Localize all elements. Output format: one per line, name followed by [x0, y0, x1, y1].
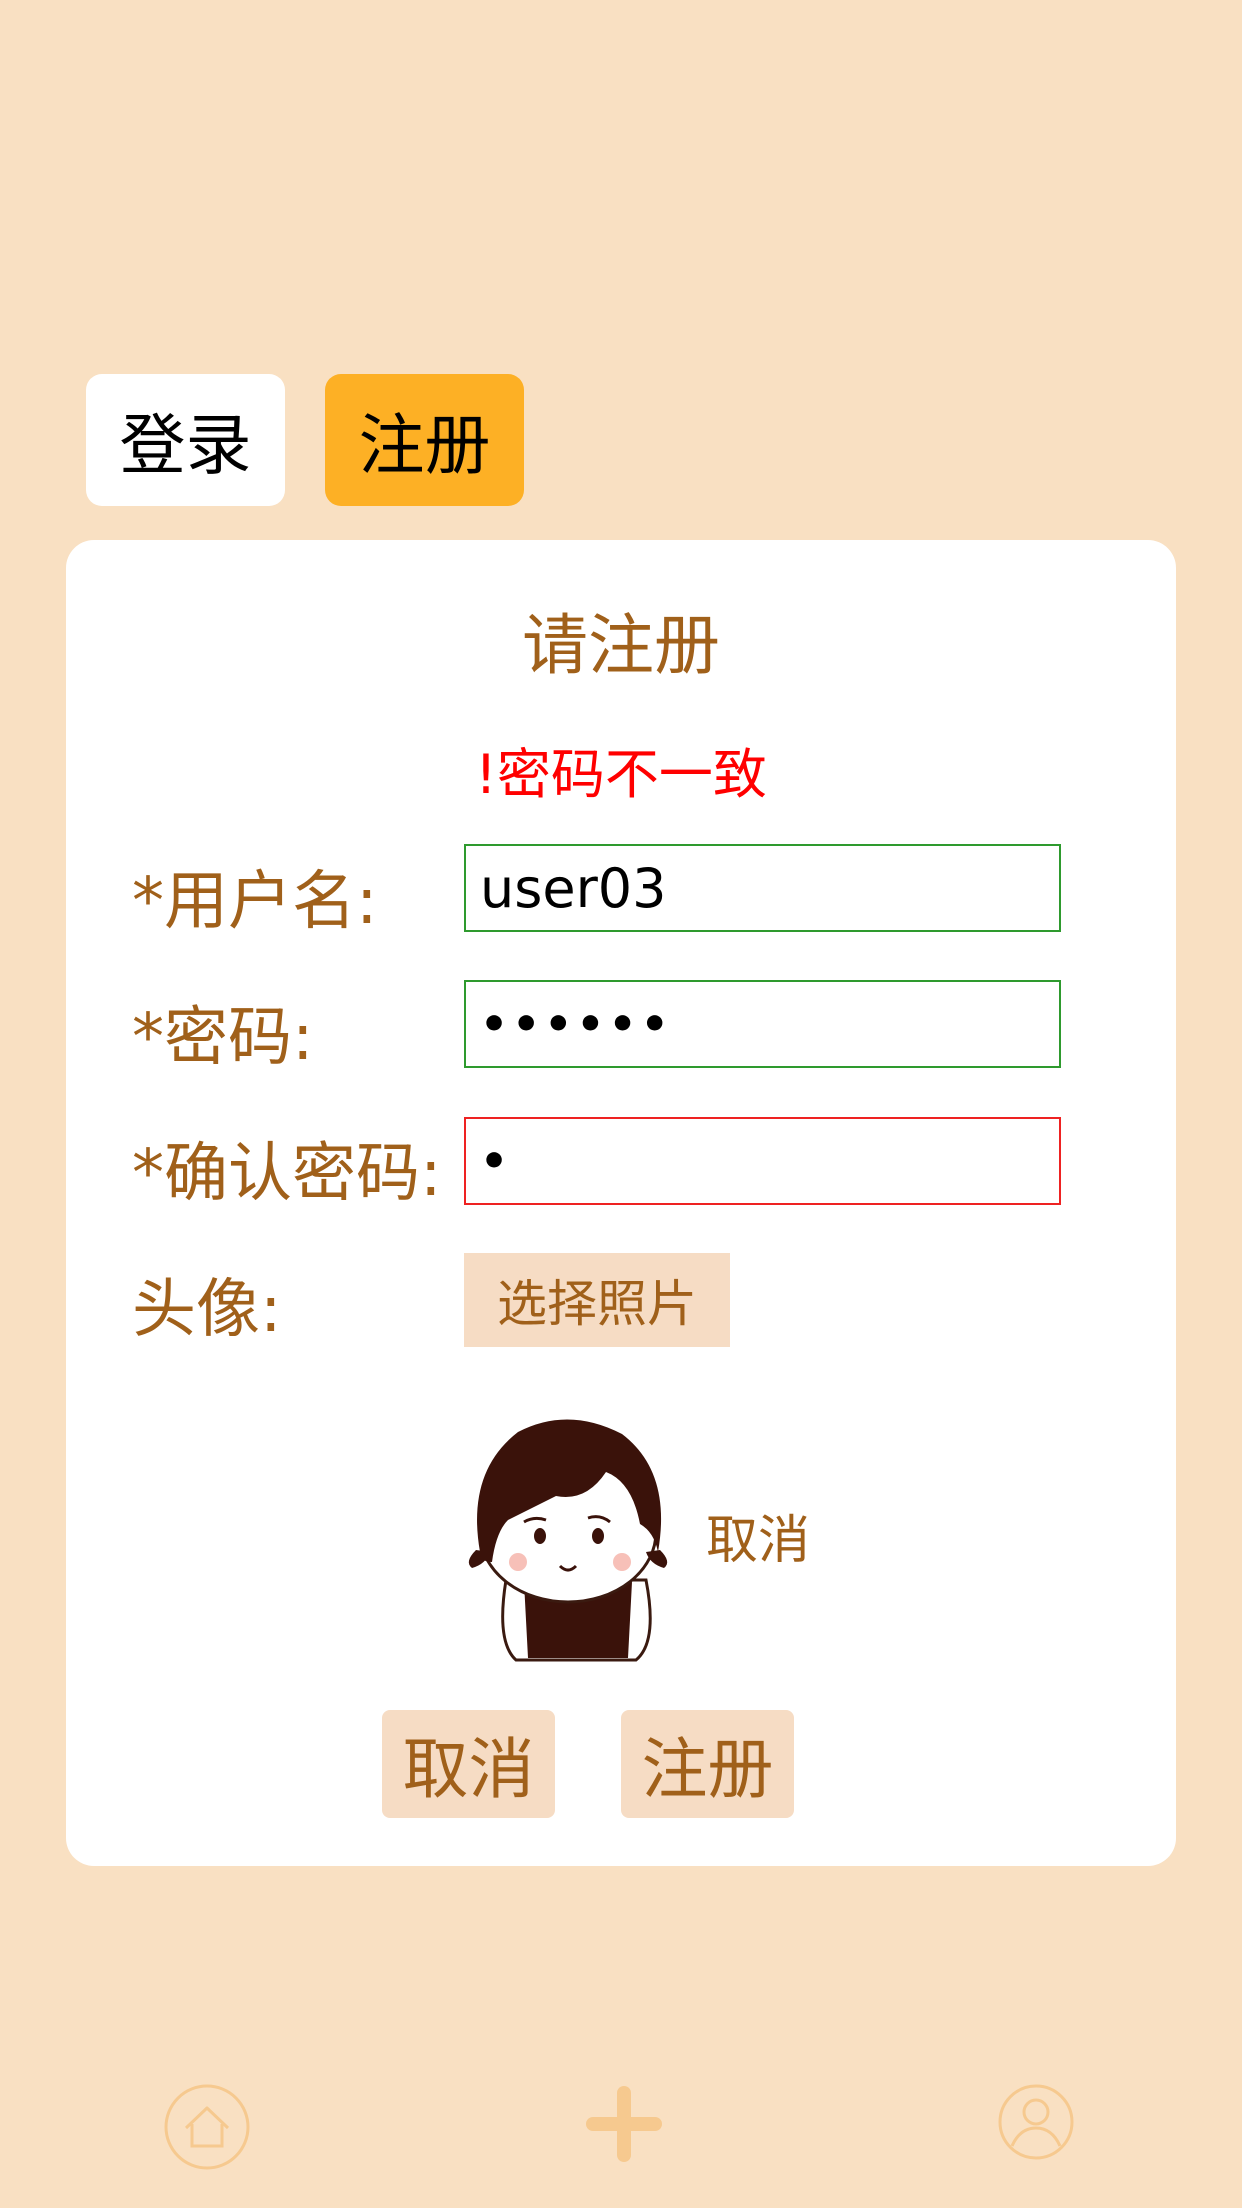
register-button[interactable]: 注册 — [621, 1710, 794, 1818]
add-icon[interactable] — [584, 2084, 664, 2164]
register-card: 请注册 !密码不一致 *用户名: user03 *密码: •••••• *确认密… — [66, 540, 1176, 1866]
username-label: *用户名: — [132, 865, 378, 939]
error-message: !密码不一致 — [475, 743, 767, 806]
password-value: •••••• — [480, 998, 673, 1050]
password-field[interactable]: •••••• — [464, 980, 1061, 1068]
tab-login[interactable]: 登录 — [86, 374, 285, 506]
tab-register[interactable]: 注册 — [325, 374, 524, 506]
confirm-password-value: • — [480, 1135, 513, 1187]
password-label: *密码: — [132, 1001, 314, 1075]
remove-avatar-link[interactable]: 取消 — [706, 1498, 810, 1573]
confirm-password-field[interactable]: • — [464, 1117, 1061, 1205]
bottom-nav — [0, 2070, 1242, 2180]
username-field[interactable]: user03 — [464, 844, 1061, 932]
user-icon[interactable] — [998, 2084, 1074, 2160]
avatar-label: 头像: — [132, 1273, 282, 1347]
avatar-image — [468, 1419, 668, 1662]
username-value: user03 — [480, 856, 667, 920]
confirm-password-label: *确认密码: — [132, 1137, 442, 1211]
page-title: 请注册 — [522, 607, 720, 684]
home-icon[interactable] — [164, 2084, 250, 2170]
choose-photo-button[interactable]: 选择照片 — [464, 1253, 730, 1347]
cancel-button[interactable]: 取消 — [382, 1710, 555, 1818]
